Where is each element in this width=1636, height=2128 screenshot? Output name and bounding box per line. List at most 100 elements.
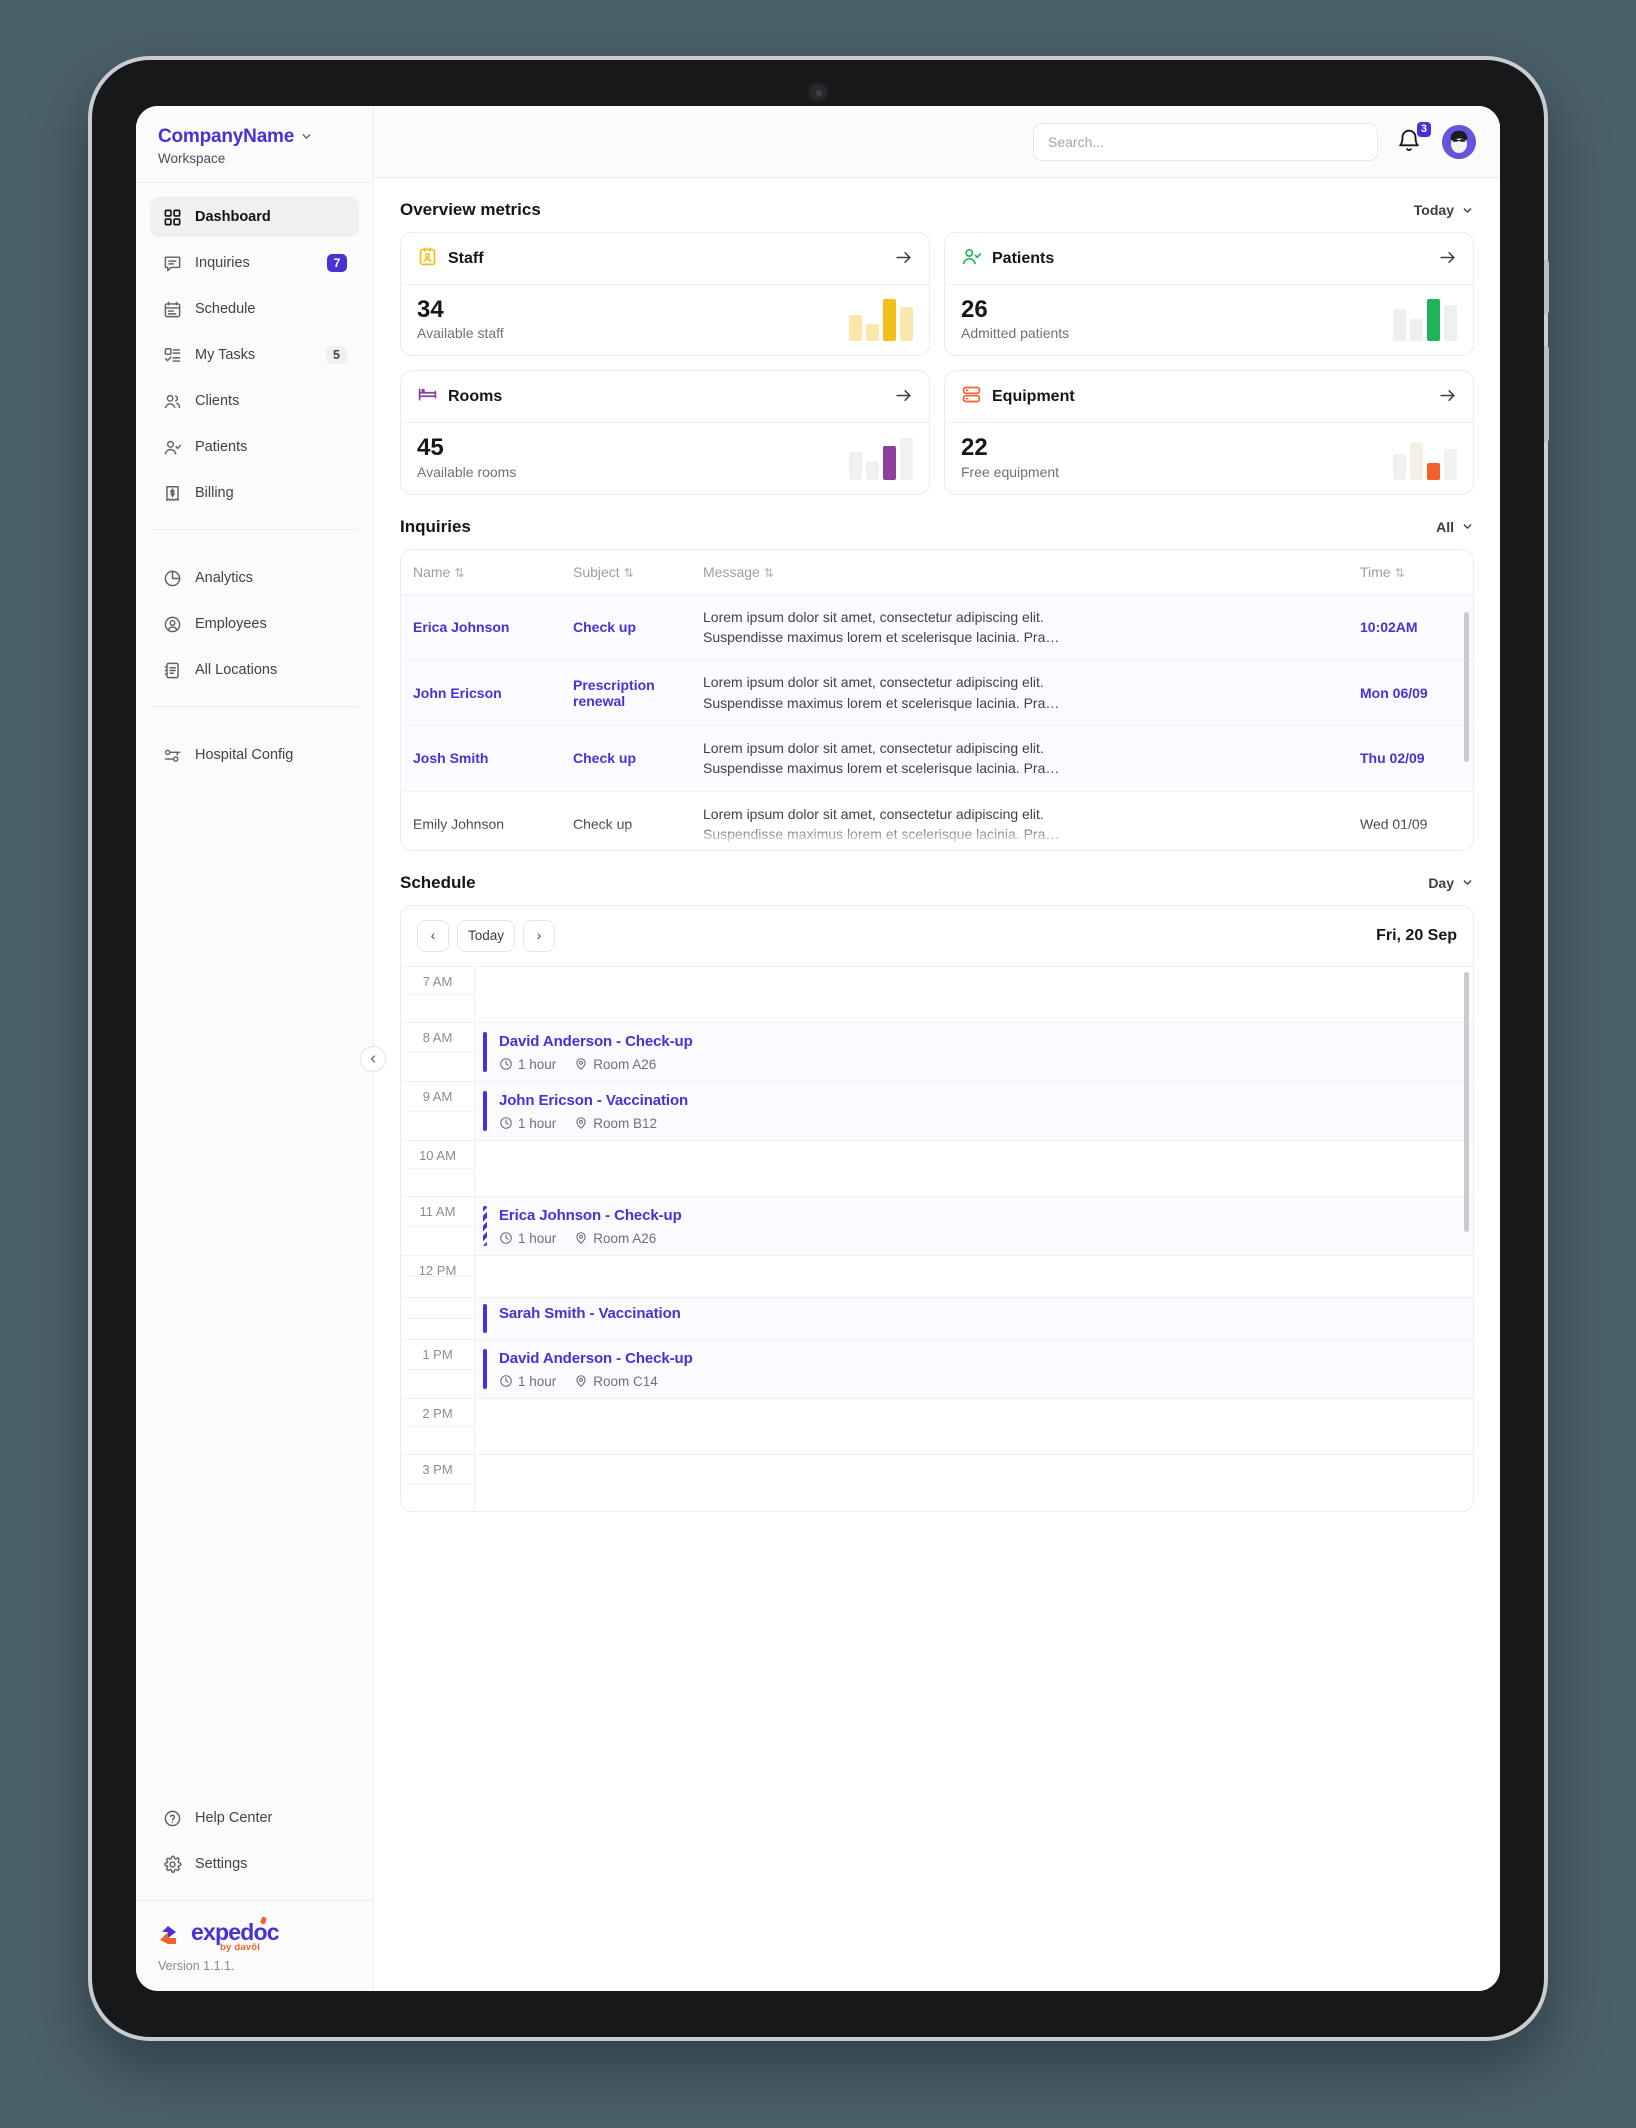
sidebar-item-all-locations[interactable]: All Locations [150,650,359,690]
room-text: Room A26 [593,1056,657,1072]
workspace-switcher[interactable]: CompanyName Workspace [136,106,373,183]
sidebar-item-my-tasks[interactable]: My Tasks 5 [150,335,359,375]
overview-range-select[interactable]: Today [1414,202,1474,218]
inquiries-table-wrap: Name ⇅ Subject ⇅ Message ⇅ Time ⇅ Erica … [400,548,1474,851]
next-day-button[interactable]: › [523,919,556,952]
table-row[interactable]: Emily Johnson Check up Lorem ipsum dolor… [401,791,1473,850]
table-row[interactable]: John Ericson Prescription renewal Lorem … [401,659,1473,726]
sidebar-item-settings[interactable]: Settings [150,1844,359,1884]
schedule-event[interactable]: Sarah Smith - Vaccination [475,1298,1473,1339]
arrow-right-icon[interactable] [1438,386,1457,408]
user-check-icon [162,437,182,457]
schedule-slot[interactable]: John Ericson - Vaccination 1 hour Room B… [475,1081,1473,1140]
schedule-row: 12 PM [401,1255,1473,1298]
column-header-name[interactable]: Name ⇅ [401,549,561,595]
inquiries-filter-select[interactable]: All [1436,519,1474,535]
prev-day-button[interactable]: ‹ [417,919,449,952]
sidebar-item-inquiries[interactable]: Inquiries 7 [150,243,359,283]
column-header-subject[interactable]: Subject ⇅ [561,549,691,595]
metric-card-title: Equipment [992,388,1075,406]
arrow-right-icon[interactable] [1438,248,1457,270]
today-button[interactable]: Today [457,919,516,952]
schedule-event[interactable]: David Anderson - Check-up 1 hour [475,1340,1473,1398]
sidebar-item-employees[interactable]: Employees [150,604,359,644]
address-book-icon [162,660,182,680]
metric-value: 22 [961,434,988,462]
schedule-slot[interactable]: Erica Johnson - Check-up 1 hour Room A26 [475,1196,1473,1255]
event-room: Room A26 [574,1231,656,1246]
sidebar-item-hospital-config[interactable]: Hospital Config [150,735,359,775]
chevron-down-icon [1463,207,1472,213]
event-accent-bar-dashed [483,1205,487,1246]
schedule-grid: 7 AM 8 AM David Anderson - Check-up 1 ho… [401,966,1473,1511]
schedule-event[interactable]: John Ericson - Vaccination 1 hour Room B… [475,1082,1473,1140]
expedoc-logo-mark [158,1924,184,1946]
schedule-slot[interactable] [475,967,1473,1022]
metric-card-rooms[interactable]: Rooms 45 Available rooms [400,370,930,495]
volume-up-button[interactable] [1544,260,1549,314]
metric-label: Available staff [417,325,504,342]
sidebar-item-label: Inquiries [195,255,250,271]
inquiries-scrollbar[interactable] [1464,611,1469,844]
sidebar-bottom-nav: Help Center Settings [136,1798,373,1900]
sidebar-item-dashboard[interactable]: Dashboard [150,197,359,237]
table-row[interactable]: Erica Johnson Check up Lorem ipsum dolor… [401,594,1473,661]
metric-card-equipment[interactable]: Equipment 22 Free equipment [944,370,1474,495]
primary-nav: Dashboard Inquiries 7 Schedule My Tasks … [136,183,373,519]
tasks-icon [162,345,182,365]
event-duration: 1 hour [499,1374,556,1389]
schedule-slot[interactable]: Sarah Smith - Vaccination [475,1297,1473,1339]
tablet-bezel: CompanyName Workspace Dashboard Inquirie… [92,60,1549,2037]
schedule-scrollbar[interactable] [1464,971,1469,1505]
arrow-right-icon[interactable] [894,386,913,408]
sidebar-item-patients[interactable]: Patients [150,427,359,467]
cell-time: Mon 06/09 [1348,659,1473,726]
chevron-down-icon[interactable] [300,130,313,145]
sidebar-item-analytics[interactable]: Analytics [150,558,359,598]
metric-bars-equipment [1393,438,1457,480]
search-input[interactable] [1033,122,1378,161]
column-header-message[interactable]: Message ⇅ [691,549,1348,595]
notifications-button[interactable]: 3 [1396,121,1431,156]
schedule-slot[interactable] [475,1455,1473,1511]
duration-text: 1 hour [518,1056,557,1072]
schedule-view-select[interactable]: Day [1428,875,1474,891]
volume-down-button[interactable] [1544,346,1549,442]
schedule-event[interactable]: Erica Johnson - Check-up 1 hour Room A26 [475,1197,1473,1255]
metric-label: Admitted patients [961,325,1070,342]
hour-label: 12 PM [401,1255,475,1297]
cell-message: Lorem ipsum dolor sit amet, consectetur … [691,725,1348,792]
table-row[interactable]: Josh Smith Check up Lorem ipsum dolor si… [401,725,1473,792]
schedule-slot[interactable] [475,1141,1473,1196]
metric-card-staff[interactable]: Staff 34 Available staff [400,232,930,357]
event-duration: 1 hour [499,1231,556,1246]
cell-message: Lorem ipsum dolor sit amet, consectetur … [691,594,1348,661]
schedule-slot[interactable] [475,1256,1473,1297]
sidebar-collapse-button[interactable] [360,1046,386,1072]
metric-card-patients[interactable]: Patients 26 Admitted patients [944,232,1474,357]
sidebar-item-help-center[interactable]: Help Center [150,1798,359,1838]
avatar[interactable] [1442,124,1476,159]
sidebar-item-label: Employees [195,616,267,632]
column-header-time[interactable]: Time ⇅ [1348,549,1473,595]
overview-range-label: Today [1413,202,1454,218]
cell-name: Josh Smith [401,725,561,792]
schedule-slot[interactable]: David Anderson - Check-up 1 hour [475,1022,1473,1081]
overview-title: Overview metrics [400,200,541,219]
sidebar-item-clients[interactable]: Clients [150,381,359,421]
clock-icon [500,1232,512,1245]
sidebar-item-billing[interactable]: Billing [150,473,359,513]
arrow-right-icon[interactable] [894,248,913,270]
sidebar-item-label: My Tasks [195,347,256,363]
inquiries-badge: 7 [327,254,347,272]
schedule-slot[interactable] [475,1399,1473,1454]
event-accent-bar [483,1303,487,1333]
column-label: Message [703,563,760,580]
schedule-slot[interactable]: David Anderson - Check-up 1 hour [475,1339,1473,1398]
sidebar-item-label: Help Center [195,1810,273,1826]
cell-message: Lorem ipsum dolor sit amet, consectetur … [691,659,1348,726]
message-line-1: Lorem ipsum dolor sit amet, consectetur … [703,674,1044,691]
sidebar-item-label: Clients [195,393,240,409]
schedule-event[interactable]: David Anderson - Check-up 1 hour [475,1023,1473,1081]
sidebar-item-schedule[interactable]: Schedule [150,289,359,329]
